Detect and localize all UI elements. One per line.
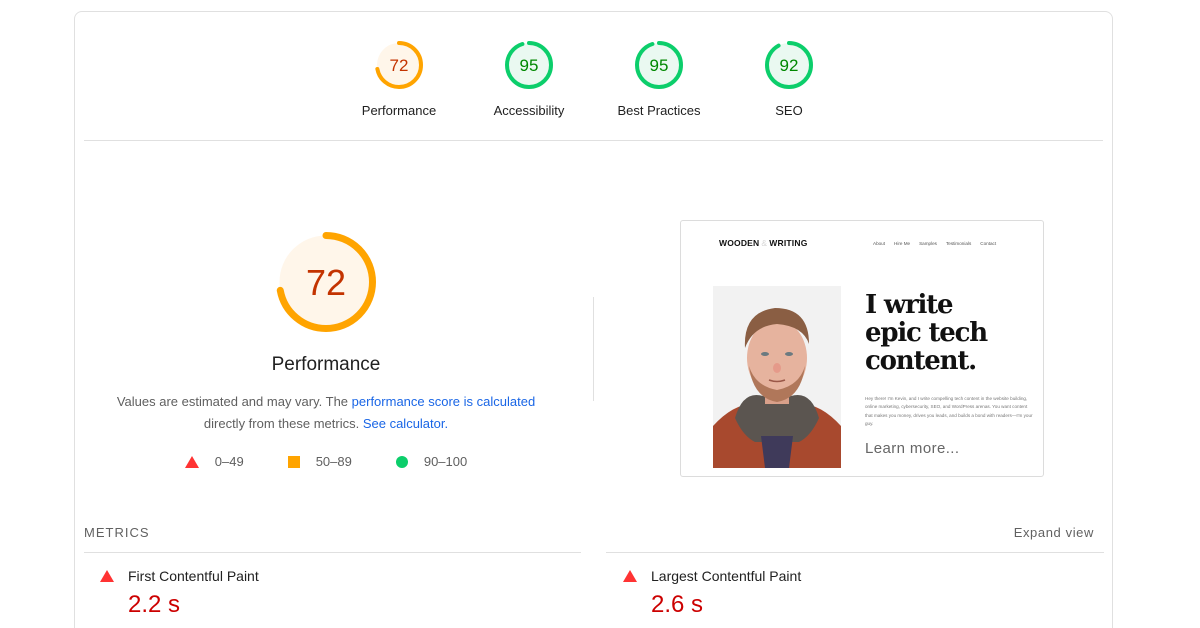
portrait-illustration: [713, 286, 841, 468]
performance-title: Performance: [271, 354, 381, 375]
performance-description: Values are estimated and may vary. The p…: [103, 391, 549, 435]
nav-item: Contact: [980, 241, 997, 246]
headline-line: I write: [865, 290, 954, 320]
legend-label: 0–49: [214, 454, 244, 469]
description-text: Values are estimated and may vary. The: [116, 394, 352, 409]
headline-line: content.: [865, 346, 977, 376]
gauge-score: 95: [520, 56, 539, 75]
gauge-seo[interactable]: 92 SEO: [724, 37, 854, 119]
see-calculator-link[interactable]: See calculator.: [363, 416, 448, 431]
nav-item: Samples: [919, 241, 937, 246]
logo-separator: &: [761, 238, 768, 248]
triangle-icon: [184, 455, 199, 468]
gauge-performance[interactable]: 72 Performance: [334, 37, 464, 119]
legend-average: 50–89: [287, 454, 352, 469]
nav-item: About: [873, 241, 886, 246]
site-nav: About Hire Me Samples Testimonials Conta…: [873, 241, 996, 246]
performance-gauge: 72: [276, 232, 376, 332]
headline-line: epic tech: [865, 318, 988, 348]
square-icon: [287, 455, 300, 468]
metrics-heading: METRICS: [84, 525, 150, 540]
gauge-label: Best Practices: [617, 103, 701, 118]
metric-value: 2.6 s: [651, 591, 704, 618]
metric-name: First Contentful Paint: [128, 568, 259, 584]
score-calculated-link[interactable]: performance score is calculated: [352, 394, 536, 409]
vertical-divider: [593, 297, 594, 401]
learn-more-link: Learn more...: [865, 440, 960, 457]
logo-text: WRITING: [769, 238, 808, 248]
site-headline: I write epic tech content.: [865, 290, 988, 376]
expand-view-button[interactable]: Expand view: [1014, 525, 1094, 540]
legend-label: 90–100: [423, 454, 468, 469]
logo-text: WOODEN: [719, 238, 760, 248]
fail-triangle-icon: [623, 570, 637, 582]
gauge-ring: 72: [375, 41, 423, 89]
nav-item: Testimonials: [945, 241, 972, 246]
description-text: directly from these metrics.: [203, 416, 363, 431]
lighthouse-report-card: 72 Performance 95 Accessibility 95 Best …: [74, 11, 1113, 628]
gauge-ring: 92: [765, 41, 813, 89]
site-intro-text: Hey there! I'm Kevin, and I write compel…: [865, 396, 1033, 427]
performance-summary: 72 Performance Values are estimated and …: [103, 227, 549, 469]
portrait-photo: [713, 286, 841, 468]
site-logo: WOODEN & WRITING: [719, 238, 808, 248]
gauge-best-practices[interactable]: 95 Best Practices: [594, 37, 724, 119]
metric-name: Largest Contentful Paint: [651, 568, 802, 584]
gauge-ring: 95: [505, 41, 553, 89]
gauge-accessibility[interactable]: 95 Accessibility: [464, 37, 594, 119]
gauge-score: 72: [390, 56, 409, 75]
gauge-score: 95: [650, 56, 669, 75]
divider: [84, 552, 581, 553]
gauge-label: Accessibility: [493, 103, 565, 118]
circle-icon: [395, 455, 408, 468]
legend-fail: 0–49: [184, 454, 244, 469]
divider: [84, 140, 1103, 141]
gauge-score: 72: [306, 262, 346, 303]
gauge-label: Performance: [361, 103, 437, 118]
score-legend: 0–49 50–89 90–100: [103, 454, 549, 469]
legend-label: 50–89: [315, 454, 352, 469]
nav-item: Hire Me: [894, 241, 911, 246]
gauge-score: 92: [780, 56, 799, 75]
fail-triangle-icon: [100, 570, 114, 582]
gauge-ring: 95: [635, 41, 683, 89]
gauge-label: SEO: [775, 103, 803, 118]
divider: [606, 552, 1104, 553]
metric-value: 2.2 s: [128, 591, 181, 618]
category-gauges: 72 Performance 95 Accessibility 95 Best …: [75, 12, 1112, 142]
legend-pass: 90–100: [395, 454, 468, 469]
final-screenshot[interactable]: WOODEN & WRITING About Hire Me Samples Tes…: [680, 220, 1044, 477]
